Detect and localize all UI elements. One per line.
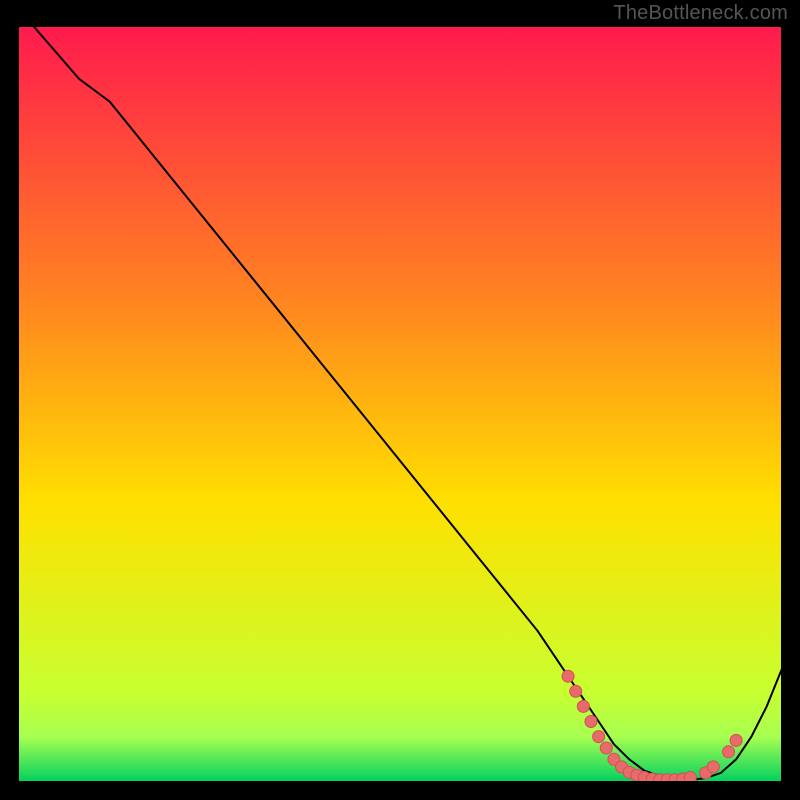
data-point (593, 731, 605, 743)
chart-page: TheBottleneck.com (0, 0, 800, 800)
plot-area (18, 26, 782, 782)
data-point (722, 746, 734, 758)
data-point (730, 734, 742, 746)
data-point (707, 761, 719, 773)
data-point (600, 742, 612, 754)
data-point (684, 772, 696, 783)
watermark-text: TheBottleneck.com (613, 2, 788, 25)
data-point (577, 700, 589, 712)
data-point (562, 670, 574, 682)
plot-background (18, 26, 782, 782)
data-point (585, 716, 597, 728)
plot-svg (18, 26, 782, 782)
data-point (570, 685, 582, 697)
